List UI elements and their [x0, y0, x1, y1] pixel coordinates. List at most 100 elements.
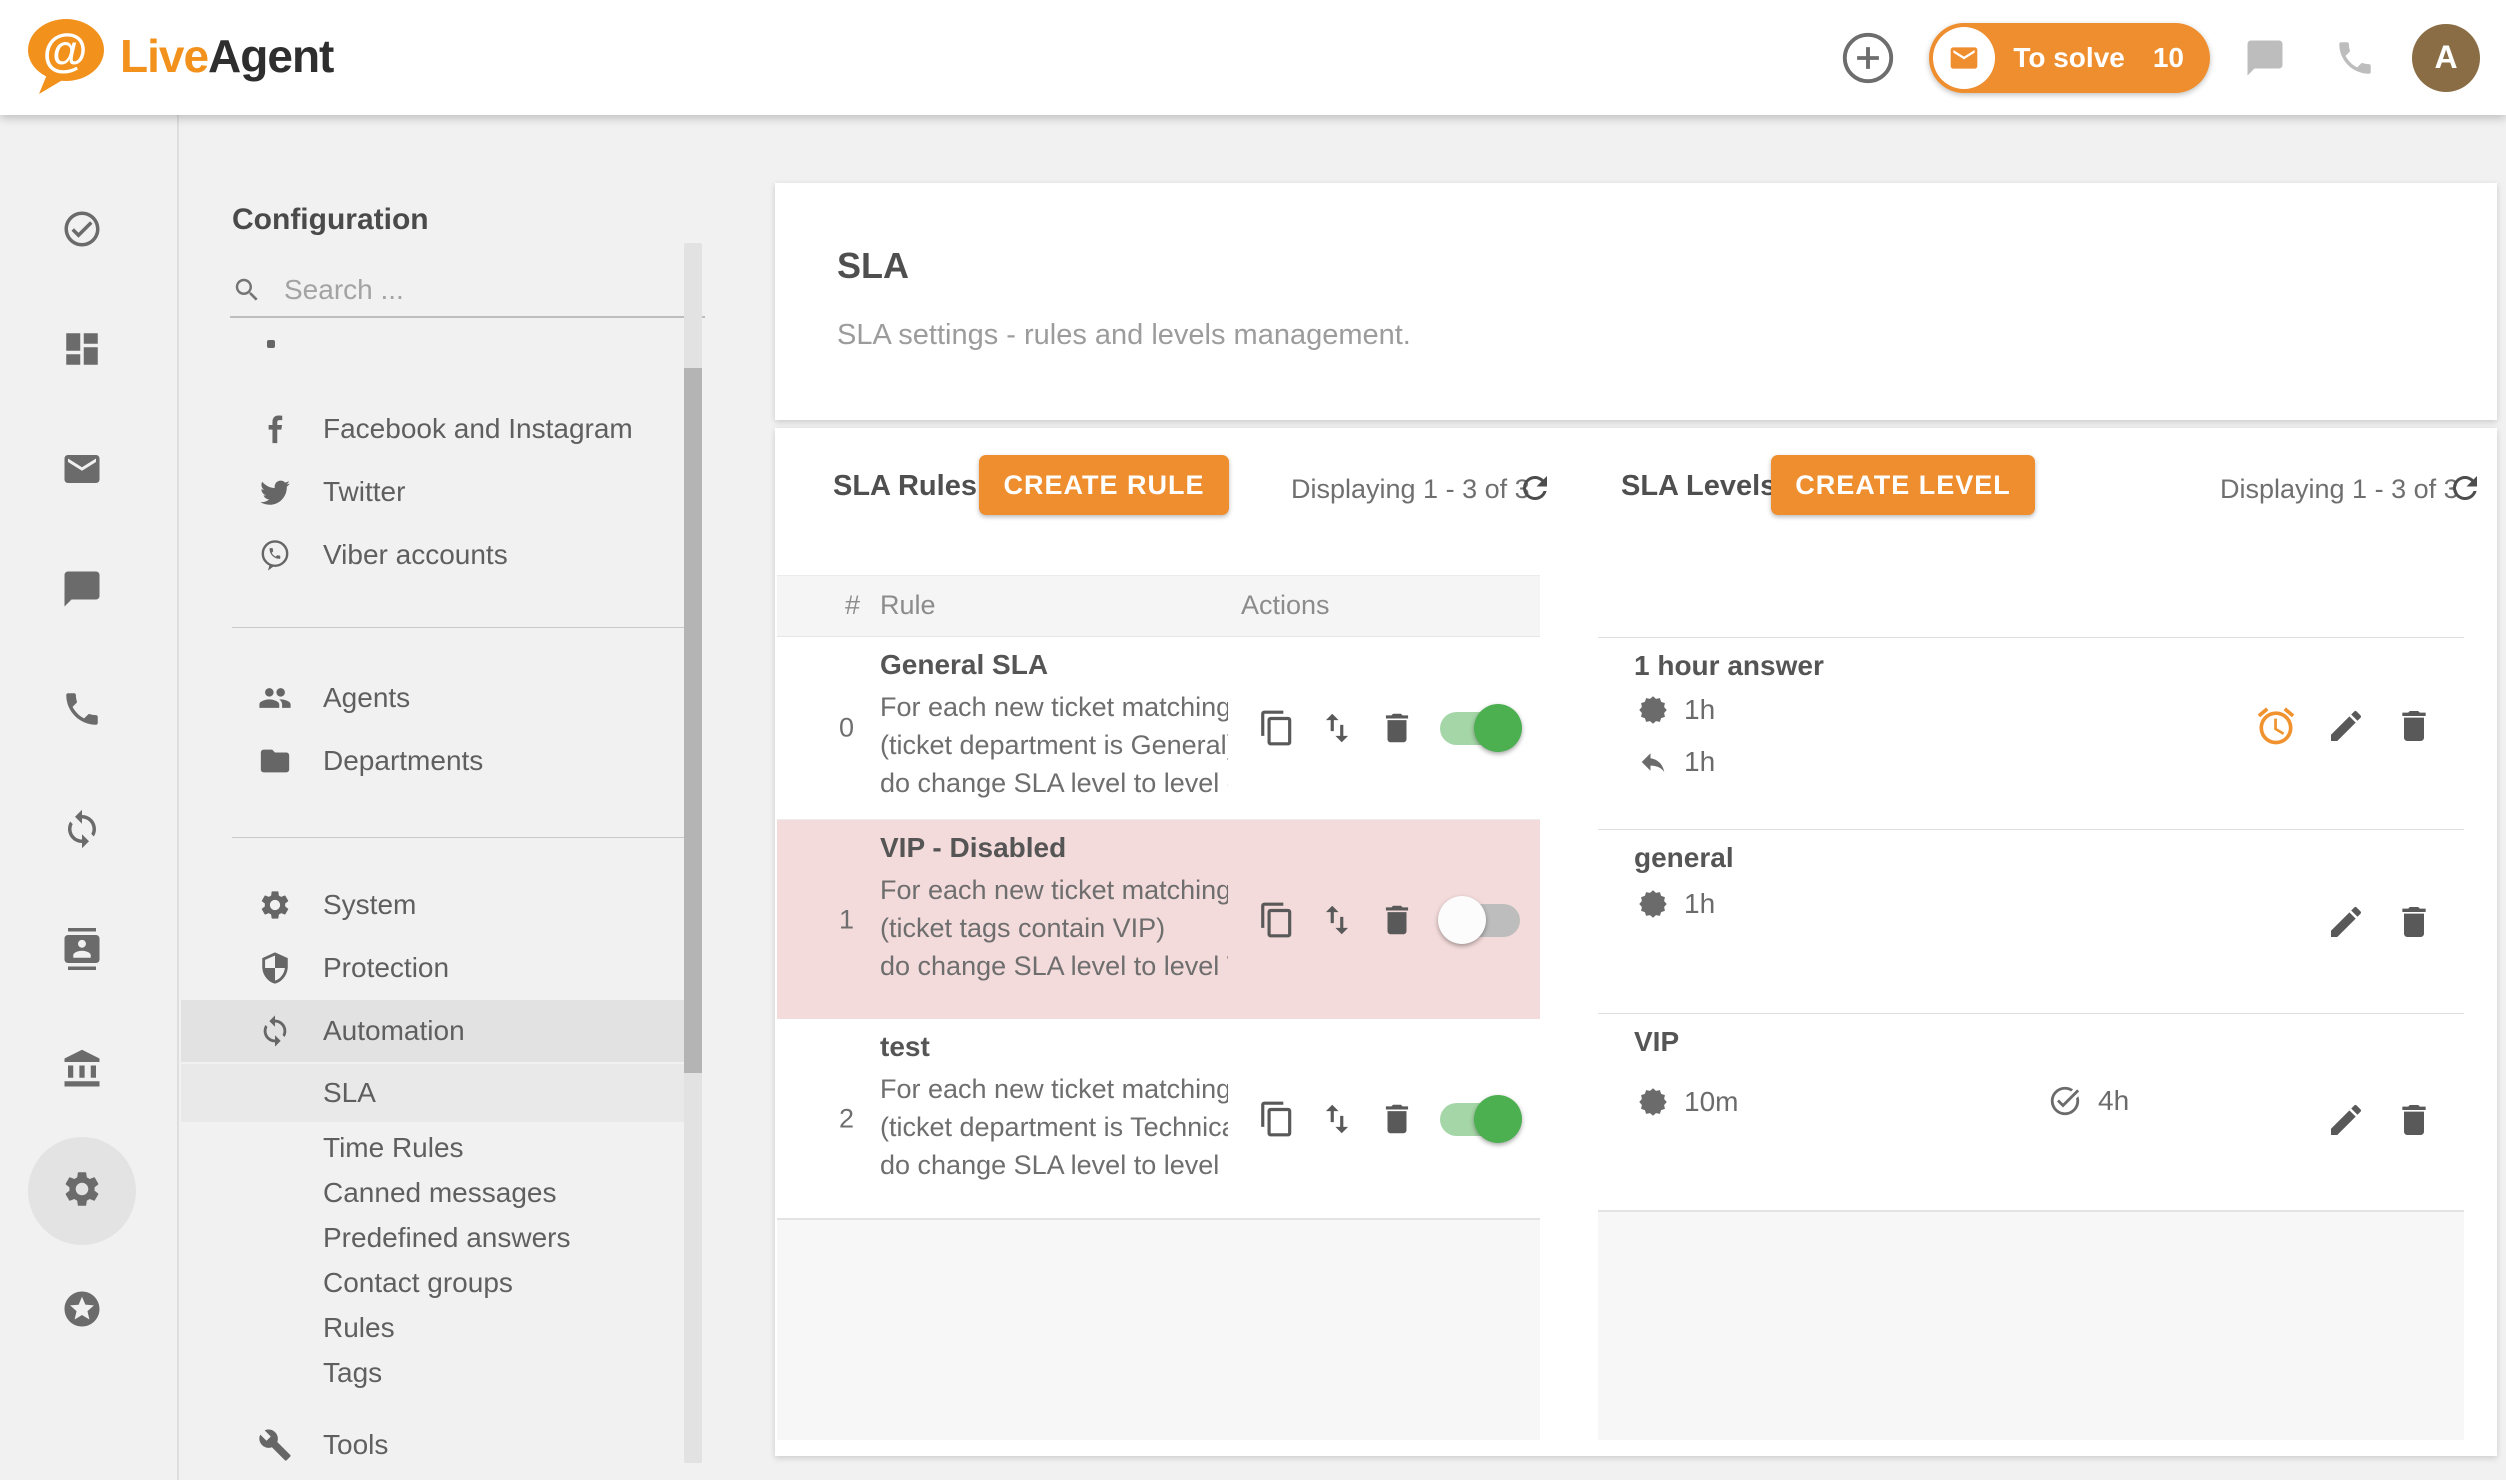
logo-bubble-icon: @ — [22, 14, 106, 98]
configuration-sidebar: Configuration Facebook and Instagram Twi… — [181, 115, 775, 1480]
sidebar-scrollbar[interactable] — [684, 243, 702, 1463]
edit-icon[interactable] — [2326, 902, 2366, 942]
rules-table-footer — [777, 1218, 1540, 1440]
sidebar-scrollbar-thumb[interactable] — [684, 368, 702, 1073]
rail-item-dashboard[interactable] — [61, 328, 103, 370]
loop-icon — [61, 808, 103, 850]
sidebar-item-system[interactable]: System — [181, 874, 701, 936]
viber-icon — [258, 538, 292, 572]
rule-actions — [1258, 704, 1522, 752]
sidebar-item-sla[interactable]: SLA — [181, 1064, 701, 1122]
add-new-button[interactable] — [1833, 23, 1903, 93]
to-solve-button[interactable]: To solve 10 — [1929, 23, 2210, 93]
sidebar-item-contact-groups[interactable]: Contact groups — [181, 1260, 701, 1305]
rule-name: General SLA — [880, 649, 1228, 681]
check-circle-icon — [61, 208, 103, 250]
gear-icon — [258, 888, 292, 922]
sidebar-item-twitter[interactable]: Twitter — [181, 461, 701, 523]
reply-icon — [1638, 747, 1668, 777]
reorder-icon[interactable] — [1318, 901, 1356, 939]
copy-icon[interactable] — [1258, 901, 1296, 939]
sidebar-item-tools[interactable]: Tools — [181, 1414, 701, 1476]
rail-item-chats[interactable] — [61, 568, 103, 610]
delete-icon[interactable] — [2394, 902, 2434, 942]
check-circle-icon — [2048, 1084, 2082, 1118]
copy-icon[interactable] — [1258, 1100, 1296, 1138]
page-title: SLA — [837, 245, 909, 287]
copy-icon[interactable] — [1258, 709, 1296, 747]
levels-list-footer — [1598, 1210, 2464, 1440]
sidebar-item-label: Canned messages — [323, 1177, 556, 1209]
sidebar-item-departments[interactable]: Departments — [181, 730, 701, 792]
sidebar-item-label: Automation — [323, 1015, 465, 1047]
rail-item-calls[interactable] — [61, 688, 103, 730]
rule-condition-line: do change SLA level to level gen — [880, 764, 1228, 802]
sidebar-item-canned-messages[interactable]: Canned messages — [181, 1170, 701, 1215]
delete-icon[interactable] — [1378, 709, 1416, 747]
sidebar-item-label: Facebook and Instagram — [323, 413, 633, 445]
shield-icon — [258, 951, 292, 985]
create-level-button[interactable]: CREATE LEVEL — [1771, 455, 2035, 515]
liveagent-logo[interactable]: @ LiveAgent — [22, 14, 333, 98]
rail-item-resolve[interactable] — [61, 208, 103, 250]
user-avatar[interactable]: A — [2412, 24, 2480, 92]
rules-table-header: # Rule Actions — [777, 575, 1540, 637]
rule-enabled-toggle[interactable] — [1438, 704, 1522, 752]
create-rule-button[interactable]: CREATE RULE — [979, 455, 1229, 515]
alarm-icon[interactable] — [2254, 704, 2298, 748]
sidebar-item-time-rules[interactable]: Time Rules — [181, 1125, 701, 1170]
sync-icon — [258, 1014, 292, 1048]
delete-icon[interactable] — [2394, 706, 2434, 746]
bank-icon — [61, 1048, 103, 1090]
sidebar-item-agents[interactable]: Agents — [181, 667, 701, 729]
delete-icon[interactable] — [1378, 901, 1416, 939]
phone-icon — [2334, 37, 2376, 79]
sidebar-item-automation[interactable]: Automation — [181, 1000, 701, 1062]
rail-item-contacts[interactable] — [61, 928, 103, 970]
rail-item-billing[interactable] — [61, 1048, 103, 1090]
rule-enabled-toggle[interactable] — [1438, 1095, 1522, 1143]
rule-index: 2 — [839, 1103, 854, 1134]
delete-icon[interactable] — [2394, 1100, 2434, 1140]
rule-condition-line: do change SLA level to level VIP — [880, 947, 1228, 985]
delete-icon[interactable] — [1378, 1100, 1416, 1138]
rail-item-tickets[interactable] — [61, 448, 103, 490]
levels-panel-title: SLA Levels — [1621, 470, 1776, 503]
star-circle-icon — [61, 1288, 103, 1330]
rule-enabled-toggle[interactable] — [1438, 896, 1522, 944]
level-next-reply-value: 1h — [1684, 746, 1715, 778]
edit-icon[interactable] — [2326, 706, 2366, 746]
sidebar-item-label: Departments — [323, 745, 483, 777]
sidebar-item-label: Tools — [323, 1429, 388, 1461]
rules-refresh-icon[interactable] — [1517, 470, 1553, 506]
time-seal-icon — [1638, 695, 1668, 725]
rail-item-starred[interactable] — [61, 1288, 103, 1330]
envelope-icon — [1948, 42, 1980, 74]
sidebar-item-viber[interactable]: Viber accounts — [181, 524, 701, 586]
sidebar-item-facebook[interactable]: Facebook and Instagram — [181, 398, 701, 460]
chats-button[interactable] — [2230, 23, 2300, 93]
levels-refresh-icon[interactable] — [2447, 470, 2483, 506]
search-icon — [232, 275, 262, 305]
sidebar-item-label: System — [323, 889, 416, 921]
top-bar: @ LiveAgent To solve 10 — [0, 0, 2506, 115]
edit-icon[interactable] — [2326, 1100, 2366, 1140]
rule-content: test For each new ticket matching (ticke… — [880, 1031, 1228, 1184]
calls-button[interactable] — [2320, 23, 2390, 93]
rule-content: VIP - Disabled For each new ticket match… — [880, 832, 1228, 985]
rail-item-configuration[interactable] — [61, 1168, 103, 1210]
rail-item-loop[interactable] — [61, 808, 103, 850]
rule-condition-line: (ticket department is General) — [880, 726, 1228, 764]
sidebar-item-tags[interactable]: Tags — [181, 1350, 701, 1395]
rule-row: 0 General SLA For each new ticket matchi… — [777, 637, 1540, 820]
rule-name: test — [880, 1031, 1228, 1063]
reorder-icon[interactable] — [1318, 1100, 1356, 1138]
sidebar-item-rules[interactable]: Rules — [181, 1305, 701, 1350]
gear-icon — [61, 1168, 103, 1210]
level-actions — [2326, 902, 2434, 942]
reorder-icon[interactable] — [1318, 709, 1356, 747]
sidebar-item-protection[interactable]: Protection — [181, 937, 701, 999]
search-input[interactable] — [284, 274, 664, 306]
dashboard-icon — [61, 328, 103, 370]
sidebar-item-predefined-answers[interactable]: Predefined answers — [181, 1215, 701, 1260]
